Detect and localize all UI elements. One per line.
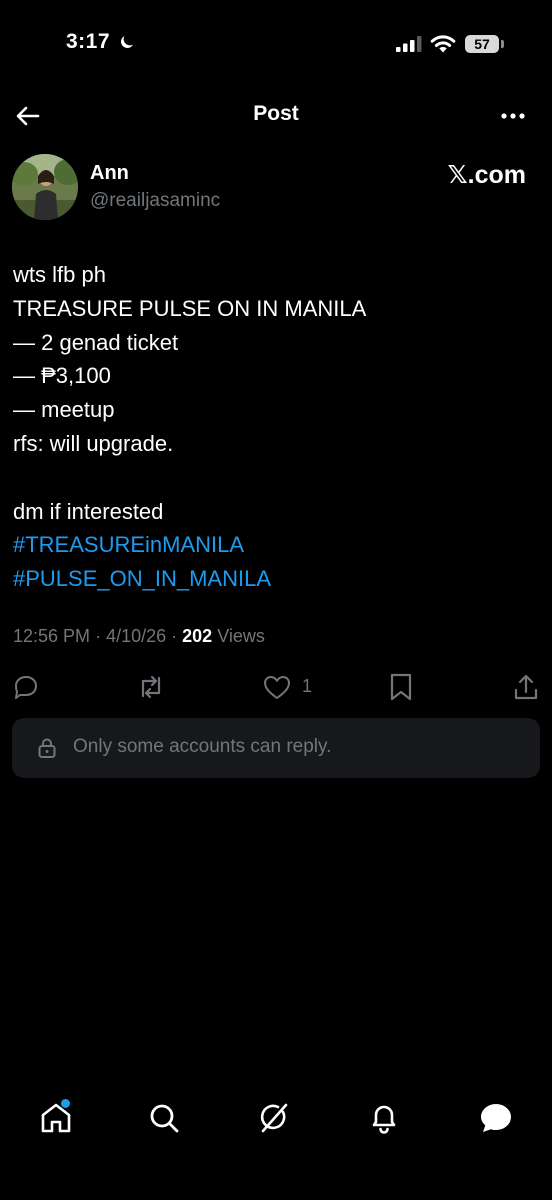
moon-icon (121, 36, 133, 48)
hashtag-link[interactable]: #TREASUREinMANILA (13, 528, 533, 562)
reply-restriction-banner: Only some accounts can reply. (12, 718, 540, 778)
avatar-photo (12, 154, 78, 220)
battery-cap (501, 40, 504, 48)
like-button[interactable]: 1 (262, 672, 322, 702)
post-line: — 2 genad ticket (13, 329, 179, 355)
status-time: 3:17 (66, 30, 111, 53)
post-line: dm if interested (13, 498, 164, 524)
reply-icon[interactable] (12, 672, 40, 702)
reply-restriction-text: Only some accounts can reply. (73, 736, 332, 757)
views-count[interactable]: 202 (182, 626, 212, 646)
post-date: 4/10/26 (106, 626, 167, 646)
more-options-button[interactable] (496, 104, 530, 128)
author-handle[interactable]: @reailjasaminc (90, 190, 220, 212)
battery-icon: 57 (465, 35, 499, 53)
signal-icon (396, 36, 422, 52)
meta-separator: · (171, 626, 183, 646)
wifi-icon (430, 35, 456, 53)
views-label[interactable]: Views (217, 626, 265, 646)
post-line (13, 461, 533, 495)
home-notification-dot (61, 1099, 70, 1108)
like-count: 1 (302, 676, 313, 696)
home-icon[interactable] (36, 1098, 76, 1138)
bookmark-icon[interactable] (388, 672, 414, 702)
lock-icon (38, 738, 56, 758)
post-line: rfs: will upgrade. (13, 430, 174, 456)
messages-icon[interactable] (476, 1098, 516, 1138)
search-icon[interactable] (144, 1098, 184, 1138)
hashtag-link[interactable]: #PULSE_ON_IN_MANILA (13, 562, 533, 596)
post-line: — ₱3,100 (13, 363, 111, 389)
post-line: TREASURE PULSE ON IN MANILA (13, 295, 367, 321)
notifications-icon[interactable] (364, 1098, 404, 1138)
share-icon[interactable] (512, 672, 540, 702)
grok-icon[interactable] (254, 1098, 294, 1138)
avatar[interactable] (12, 154, 78, 220)
post-time: 12:56 PM (13, 626, 91, 646)
repost-icon[interactable] (136, 672, 166, 702)
heart-icon (264, 676, 290, 699)
post-line: — meetup (13, 397, 115, 423)
meta-separator: · (95, 626, 107, 646)
x-com-logo: 𝕏.com (447, 161, 527, 189)
post-text: wts lfb ph TREASURE PULSE ON IN MANILA — 2… (13, 258, 533, 596)
page-title: Post (253, 102, 299, 125)
post-meta: 12:56 PM · 4/10/26 · 202 Views (13, 626, 265, 647)
post-line: wts lfb ph (13, 262, 106, 287)
author-name[interactable]: Ann (90, 162, 129, 185)
